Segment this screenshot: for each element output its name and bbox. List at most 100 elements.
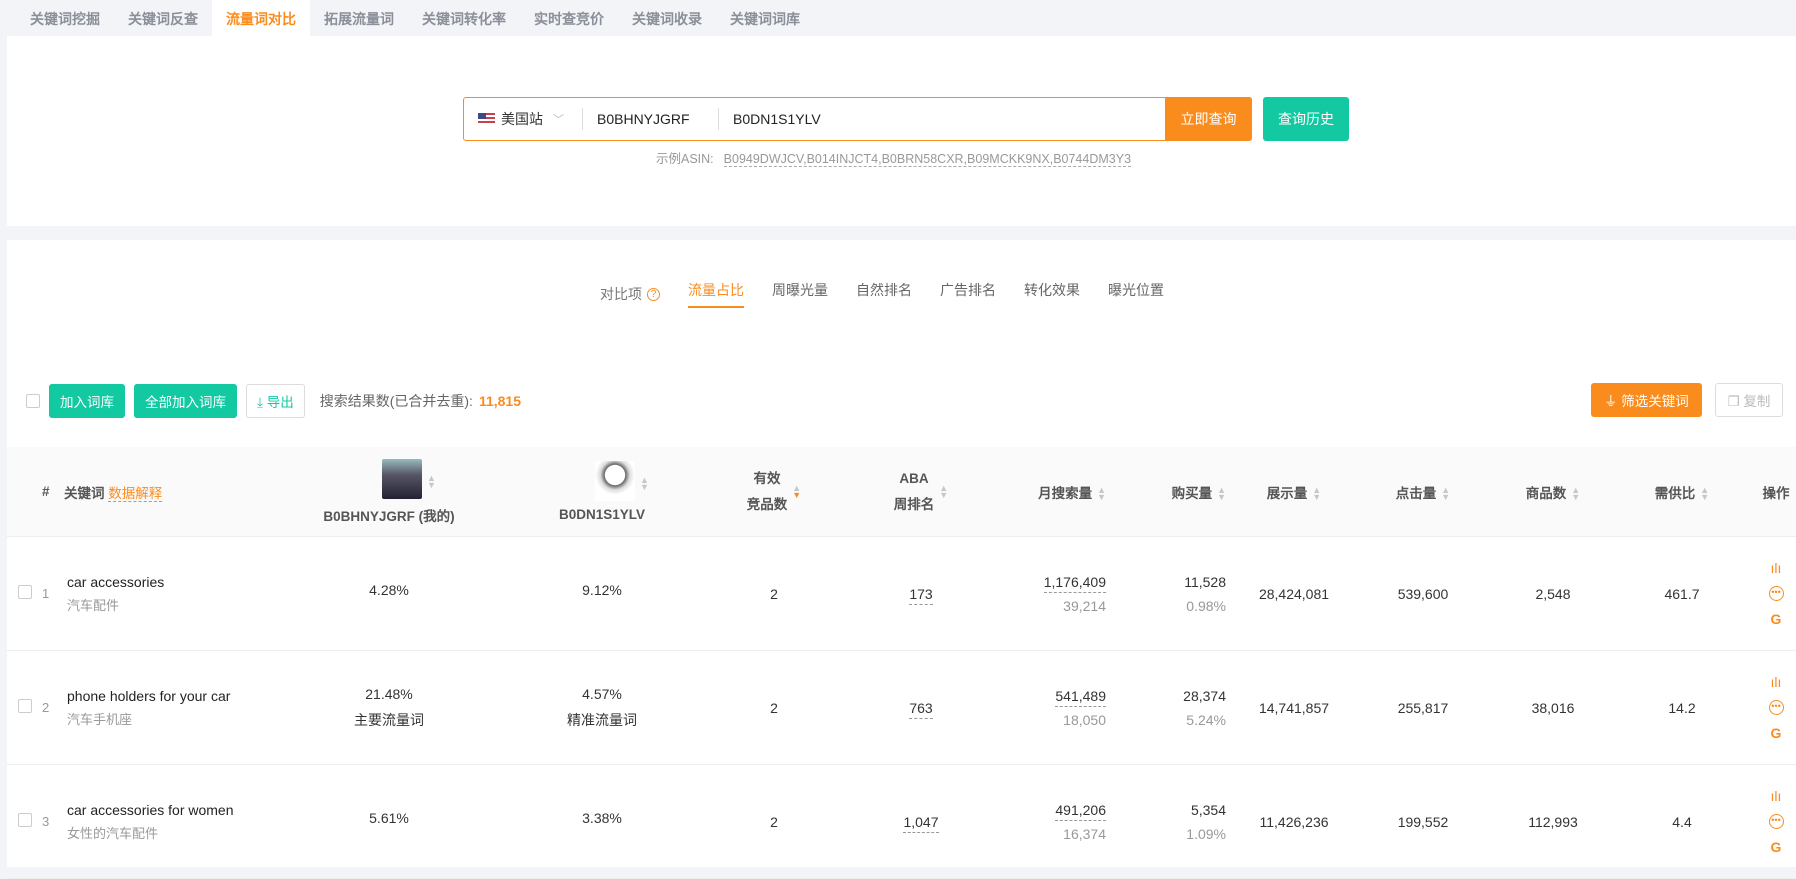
col-purchases[interactable]: 购买量 ▲ ▼ (1120, 482, 1240, 502)
data-explain-link[interactable]: 数据解释 (108, 485, 163, 502)
sort-icon[interactable]: ▲ ▼ (939, 483, 948, 499)
keyword-table: # 关键词 数据解释 ▲ ▼ B0BHNYJGRF (我的) ▲ ▼ B0DN1S1YL… (7, 447, 1796, 879)
tab-organic-rank[interactable]: 自然排名 (856, 280, 912, 308)
chevron-down-icon: ﹀ (553, 114, 564, 126)
col-supply-ratio[interactable]: 需供比 ▲ ▼ (1608, 482, 1756, 502)
tab-conversion[interactable]: 转化效果 (1024, 280, 1080, 308)
tab-keyword-library[interactable]: 关键词词库 (716, 0, 814, 36)
tab-conversion-rate[interactable]: 关键词转化率 (408, 0, 520, 36)
supply-ratio: 14.2 (1668, 699, 1696, 716)
add-all-button[interactable]: 全部加入词库 (134, 384, 237, 418)
row-number: 1 (42, 586, 50, 601)
asin1-share: 4.28% (369, 581, 409, 598)
purchases: 28,374 (1183, 687, 1226, 704)
result-count: 搜索结果数(已合并去重): 11,815 (320, 391, 521, 411)
asin1-share: 5.61% (369, 809, 409, 826)
query-button[interactable]: 立即查询 (1165, 97, 1252, 141)
col-products[interactable]: 商品数 ▲ ▼ (1498, 482, 1608, 502)
asin2-share: 4.57% (582, 685, 622, 702)
aba-rank[interactable]: 1,047 (903, 813, 939, 833)
tab-weekly-impressions[interactable]: 周曝光量 (772, 280, 828, 308)
monthly-search[interactable]: 491,206 (1055, 801, 1106, 821)
tab-ad-rank[interactable]: 广告排名 (940, 280, 996, 308)
row-checkbox[interactable] (17, 699, 32, 713)
purchases: 5,354 (1190, 801, 1226, 818)
tab-reverse-lookup[interactable]: 关键词反查 (114, 0, 212, 36)
sort-desc-icon[interactable]: ▲ ▼ (792, 483, 801, 499)
col-keyword: 关键词 数据解释 (64, 482, 300, 502)
sort-icon[interactable]: ▲ ▼ (640, 476, 649, 492)
trend-chart-icon[interactable]: ılı (1771, 560, 1782, 576)
table-row: 3 car accessories for women 女性的汽车配件 5.61%… (7, 765, 1796, 879)
aba-rank[interactable]: 173 (909, 585, 933, 605)
asin2-share: 3.38% (582, 809, 622, 826)
col-asin2[interactable]: ▲ ▼ B0DN1S1YLV (478, 461, 726, 522)
help-icon[interactable]: ? (647, 287, 660, 301)
clicks: 539,600 (1397, 585, 1449, 602)
google-icon[interactable]: G (1771, 725, 1782, 741)
sort-icon[interactable]: ▲ ▼ (427, 473, 436, 489)
col-asin1[interactable]: ▲ ▼ B0BHNYJGRF (我的) (300, 458, 478, 525)
product-thumbnail (382, 458, 423, 499)
keyword-text[interactable]: car accessories for women (67, 802, 300, 818)
tab-traffic-share[interactable]: 流量占比 (688, 280, 744, 308)
trend-chart-icon[interactable]: ılı (1771, 788, 1782, 804)
products: 38,016 (1531, 699, 1575, 716)
asin2-share: 9.12% (582, 581, 622, 598)
google-icon[interactable]: G (1771, 611, 1782, 627)
google-icon[interactable]: G (1771, 839, 1782, 855)
select-all-checkbox[interactable] (26, 394, 40, 408)
clicks: 255,817 (1397, 699, 1449, 716)
copy-button[interactable]: ❐ 复制 (1715, 383, 1783, 417)
comp-header-1: 有效 (753, 470, 781, 486)
filter-keywords-button[interactable]: ⏚ 筛选关键词 (1591, 383, 1702, 417)
count-label: 搜索结果数(已合并去重): (319, 393, 473, 409)
more-icon[interactable]: ••• (1768, 814, 1784, 829)
more-icon[interactable]: ••• (1768, 700, 1784, 715)
export-label: 导出 (266, 395, 294, 410)
sort-icon[interactable]: ▲ ▼ (1097, 485, 1106, 501)
col-monthly-search[interactable]: 月搜索量 ▲ ▼ (1020, 482, 1120, 502)
keyword-header: 关键词 (64, 485, 105, 501)
export-button[interactable]: ⤓ 导出 (246, 384, 305, 418)
tab-traffic-compare[interactable]: 流量词对比 (212, 0, 310, 36)
monthly-search[interactable]: 541,489 (1055, 687, 1106, 707)
col-aba-rank[interactable]: ABA 周排名 ▲ ▼ (822, 466, 1020, 518)
col-competitors[interactable]: 有效 竞品数 ▲ ▼ (726, 466, 822, 518)
table-row: 2 phone holders for your car 汽车手机座 21.48%… (7, 651, 1796, 765)
monthly-search[interactable]: 1,176,409 (1043, 573, 1106, 593)
example-asin-link[interactable]: B0949DWJCV,B014INJCT4,B0BRN58CXR,B09MCKK… (723, 152, 1132, 167)
asin2-tag: 精准流量词 (567, 711, 637, 728)
trend-chart-icon[interactable]: ılı (1771, 674, 1782, 690)
more-icon[interactable]: ••• (1768, 586, 1784, 601)
history-button[interactable]: 查询历史 (1263, 97, 1349, 141)
asin1-share: 21.48% (365, 685, 413, 702)
products: 2,548 (1535, 585, 1571, 602)
tab-impression-position[interactable]: 曝光位置 (1108, 280, 1164, 308)
toolbar: 加入词库 全部加入词库 ⤓ 导出 搜索结果数(已合并去重): 11,815 (26, 384, 521, 418)
table-row: 1 car accessories 汽车配件 4.28% 9.12% 2 173 … (7, 537, 1796, 651)
site-select[interactable]: 美国站 ﹀ (464, 109, 582, 129)
tab-indexing[interactable]: 关键词收录 (618, 0, 716, 36)
monthly-sub: 18,050 (1063, 711, 1106, 728)
tab-realtime-bid[interactable]: 实时查竞价 (520, 0, 618, 36)
col-impressions[interactable]: 展示量 ▲ ▼ (1240, 482, 1348, 502)
sort-icon[interactable]: ▲ ▼ (1441, 485, 1450, 501)
keyword-text[interactable]: car accessories (67, 574, 300, 590)
sort-icon[interactable]: ▲ ▼ (1700, 485, 1709, 501)
sort-icon[interactable]: ▲ ▼ (1312, 485, 1321, 501)
row-checkbox[interactable] (17, 813, 32, 827)
sort-icon[interactable]: ▲ ▼ (1217, 485, 1226, 501)
sort-icon[interactable]: ▲ ▼ (1571, 485, 1580, 501)
tab-expand-traffic[interactable]: 拓展流量词 (310, 0, 408, 36)
aba-rank[interactable]: 763 (909, 699, 933, 719)
clicks-header: 点击量 (1395, 485, 1437, 501)
row-checkbox[interactable] (17, 585, 32, 599)
asin-input-2[interactable]: B0DN1S1YLV (719, 111, 835, 127)
tab-keyword-mining[interactable]: 关键词挖掘 (16, 0, 114, 36)
asin-input-1[interactable]: B0BHNYJGRF (583, 111, 718, 127)
add-to-library-button[interactable]: 加入词库 (49, 384, 125, 418)
keyword-translation: 汽车配件 (67, 597, 120, 613)
col-clicks[interactable]: 点击量 ▲ ▼ (1348, 482, 1498, 502)
keyword-text[interactable]: phone holders for your car (67, 688, 300, 704)
